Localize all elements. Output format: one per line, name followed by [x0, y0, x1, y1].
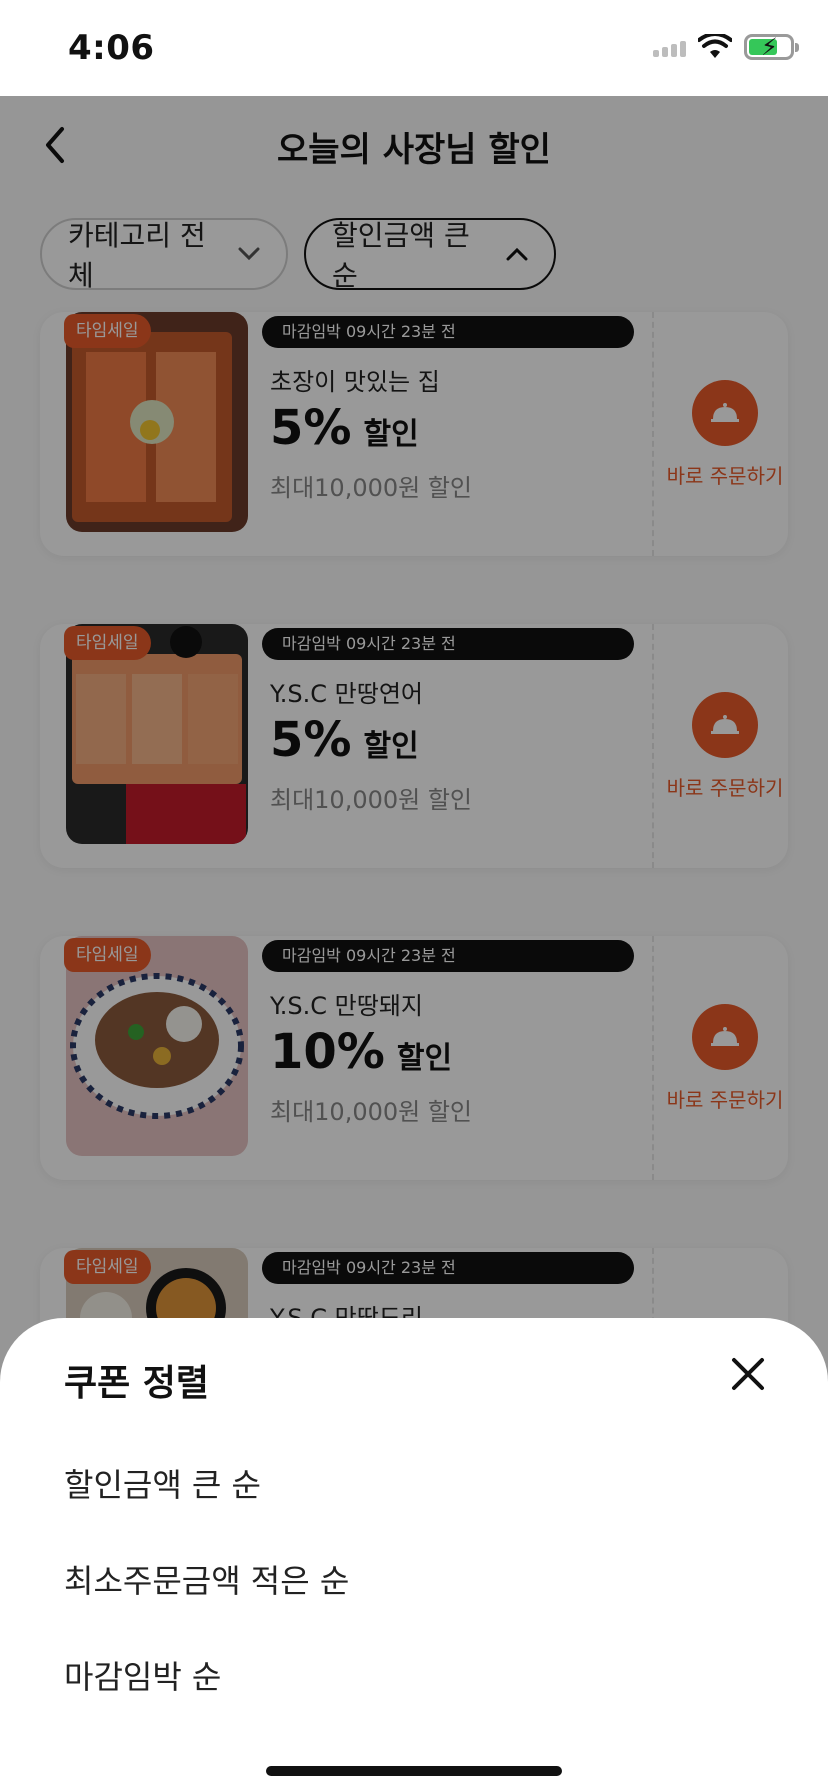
sheet-title: 쿠폰 정렬 — [64, 1363, 210, 1404]
status-icons: ⚡ — [653, 34, 799, 60]
sort-option-deadline[interactable]: 마감임박 순 — [64, 1652, 221, 1698]
sort-option-min-order[interactable]: 최소주문금액 적은 순 — [64, 1556, 349, 1602]
status-bar: 4:06 ⚡ — [0, 0, 828, 96]
close-button[interactable] — [722, 1348, 774, 1400]
sort-bottom-sheet: 쿠폰 정렬 할인금액 큰 순 최소주문금액 적은 순 마감임박 순 — [0, 1318, 828, 1792]
wifi-icon — [698, 34, 732, 58]
battery-icon: ⚡ — [744, 34, 799, 60]
sort-option-discount[interactable]: 할인금액 큰 순 — [64, 1460, 261, 1506]
home-indicator — [266, 1766, 562, 1776]
close-icon — [732, 1358, 764, 1390]
signal-icon — [653, 37, 686, 57]
status-time: 4:06 — [68, 28, 155, 68]
